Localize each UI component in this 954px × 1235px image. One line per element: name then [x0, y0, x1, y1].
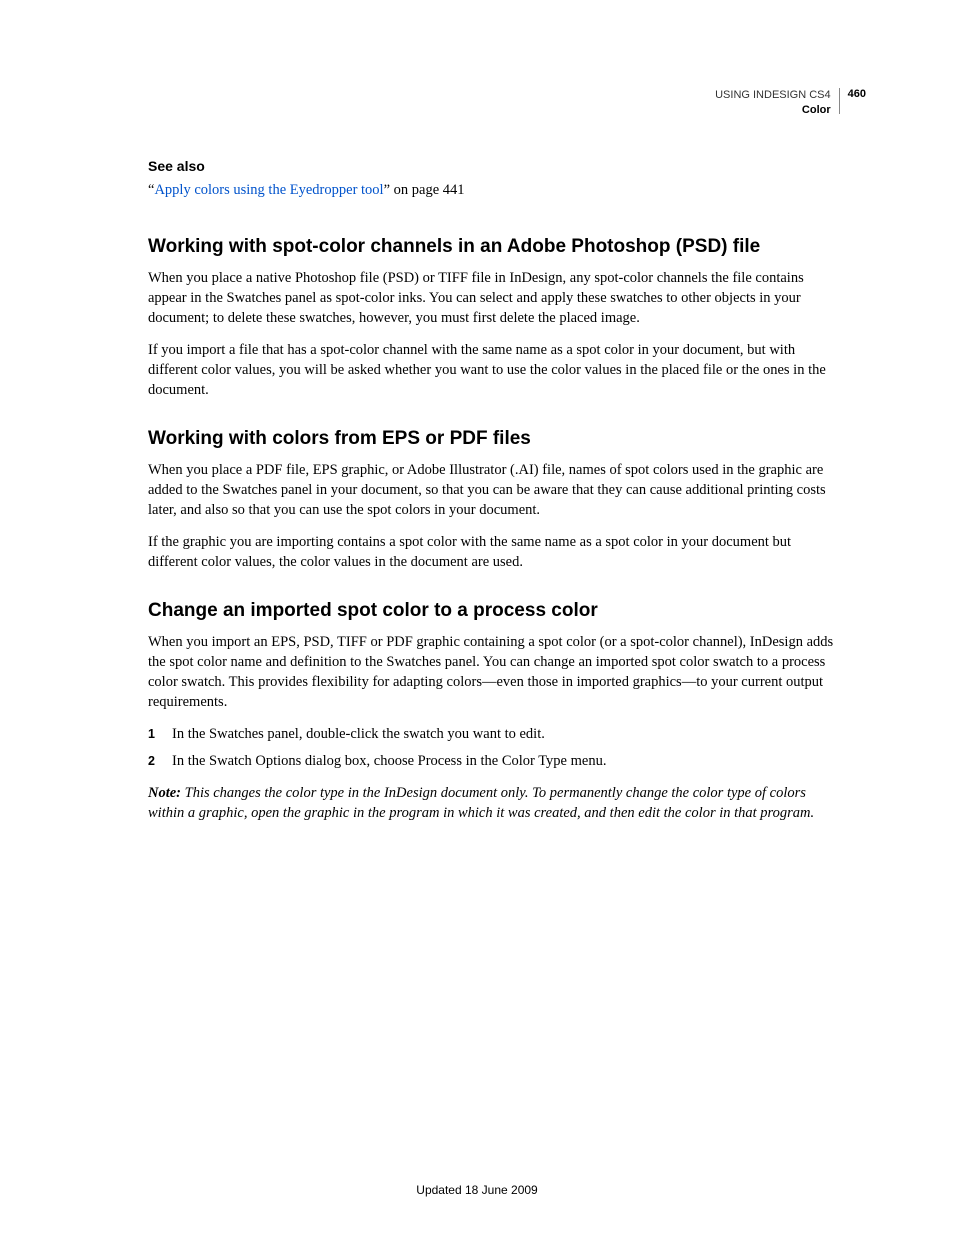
- xref-suffix: ” on page 441: [384, 182, 465, 198]
- body-paragraph: When you place a PDF file, EPS graphic, …: [148, 460, 843, 520]
- body-paragraph: When you place a native Photoshop file (…: [148, 268, 843, 328]
- section-change-spot-to-process: Change an imported spot color to a proce…: [148, 600, 843, 823]
- body-paragraph: When you import an EPS, PSD, TIFF or PDF…: [148, 632, 843, 712]
- body-paragraph: If you import a file that has a spot-col…: [148, 340, 843, 400]
- page-content: See also “Apply colors using the Eyedrop…: [148, 158, 843, 851]
- see-also-heading: See also: [148, 158, 843, 174]
- note-paragraph: Note: This changes the color type in the…: [148, 783, 843, 823]
- step-number: 2: [148, 751, 172, 771]
- step-text: In the Swatch Options dialog box, choose…: [172, 751, 606, 771]
- doc-title: USING INDESIGN CS4: [715, 88, 831, 103]
- page-header: USING INDESIGN CS4 Color 460: [715, 88, 866, 118]
- note-label: Note:: [148, 785, 181, 801]
- header-text: USING INDESIGN CS4 Color: [715, 88, 839, 118]
- page-number: 460: [840, 88, 866, 100]
- step-item: 2 In the Swatch Options dialog box, choo…: [148, 751, 843, 771]
- chapter-name: Color: [715, 103, 831, 118]
- section-eps-pdf-colors: Working with colors from EPS or PDF file…: [148, 428, 843, 572]
- heading: Change an imported spot color to a proce…: [148, 600, 843, 622]
- step-item: 1 In the Swatches panel, double-click th…: [148, 724, 843, 744]
- heading: Working with colors from EPS or PDF file…: [148, 428, 843, 450]
- cross-reference: “Apply colors using the Eyedropper tool”…: [148, 180, 843, 200]
- note-text: This changes the color type in the InDes…: [148, 785, 814, 821]
- step-text: In the Swatches panel, double-click the …: [172, 724, 545, 744]
- step-number: 1: [148, 724, 172, 744]
- section-psd-spot-channels: Working with spot-color channels in an A…: [148, 236, 843, 400]
- page-footer: Updated 18 June 2009: [0, 1183, 954, 1197]
- xref-link[interactable]: Apply colors using the Eyedropper tool: [154, 182, 383, 198]
- heading: Working with spot-color channels in an A…: [148, 236, 843, 258]
- body-paragraph: If the graphic you are importing contain…: [148, 532, 843, 572]
